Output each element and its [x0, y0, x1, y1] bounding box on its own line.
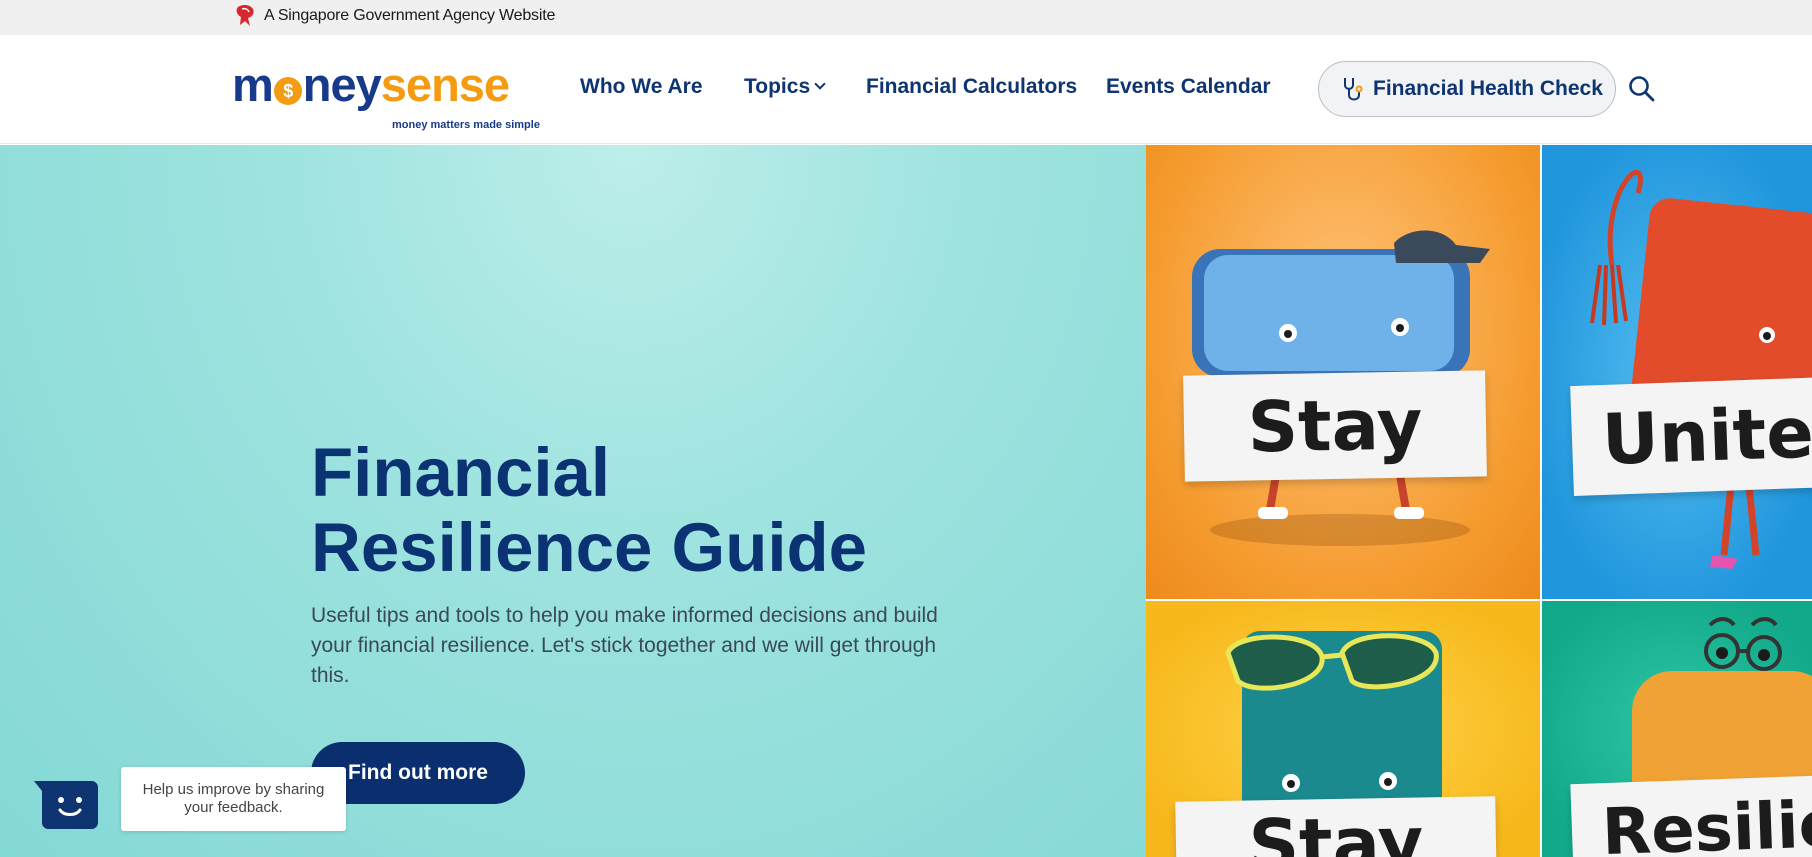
chatbot-face-icon[interactable] [34, 781, 98, 829]
sign-resilient: Resilient [1570, 773, 1812, 857]
tile-stay-orange: Stay [1146, 145, 1540, 599]
stethoscope-icon [1344, 78, 1363, 101]
nav-events-calendar[interactable]: Events Calendar [1106, 75, 1271, 99]
hero-image-collage: Stay United Stay Resilient [1146, 145, 1812, 857]
hero-title: Financial Resilience Guide [311, 434, 868, 586]
financial-health-check-button[interactable]: Financial Health Check [1318, 61, 1616, 117]
tile-stay-yellow: Stay [1146, 601, 1540, 857]
sign-stay: Stay [1183, 370, 1487, 482]
site-header: m $ neysense money matters made simple Who… [0, 35, 1812, 144]
chevron-down-icon [814, 78, 826, 90]
logo-wordmark: m $ neysense [232, 58, 510, 111]
moneysense-logo[interactable]: m $ neysense money matters made simple [232, 55, 540, 131]
red-purse-character [1590, 169, 1812, 569]
feedback-text: Help us improve by sharing your feedback… [142, 781, 325, 816]
gov-masthead: A Singapore Government Agency Website [0, 0, 1812, 35]
logo-tagline: money matters made simple [392, 119, 540, 131]
financial-health-check-label: Financial Health Check [1373, 77, 1603, 100]
search-icon[interactable] [1628, 75, 1656, 103]
hero-banner: Financial Resilience Guide Useful tips a… [0, 145, 1146, 857]
sign-united: United [1570, 375, 1812, 497]
nav-topics[interactable]: Topics [744, 75, 826, 99]
tile-resilient-teal: Resilient [1542, 601, 1812, 857]
nav-financial-calculators[interactable]: Financial Calculators [866, 75, 1077, 99]
hero-description: Useful tips and tools to help you make i… [311, 604, 938, 687]
tile-united-blue: United [1542, 145, 1812, 599]
feedback-prompt[interactable]: Help us improve by sharing your feedback… [121, 767, 346, 831]
nav-topics-label: Topics [744, 75, 811, 98]
masthead-text: A Singapore Government Agency Website [264, 7, 556, 24]
nav-who-we-are[interactable]: Who We Are [580, 75, 703, 99]
sign-stay-2: Stay [1175, 796, 1497, 857]
dollar-coin-icon: $ [273, 77, 302, 105]
lion-head-icon [236, 4, 254, 26]
